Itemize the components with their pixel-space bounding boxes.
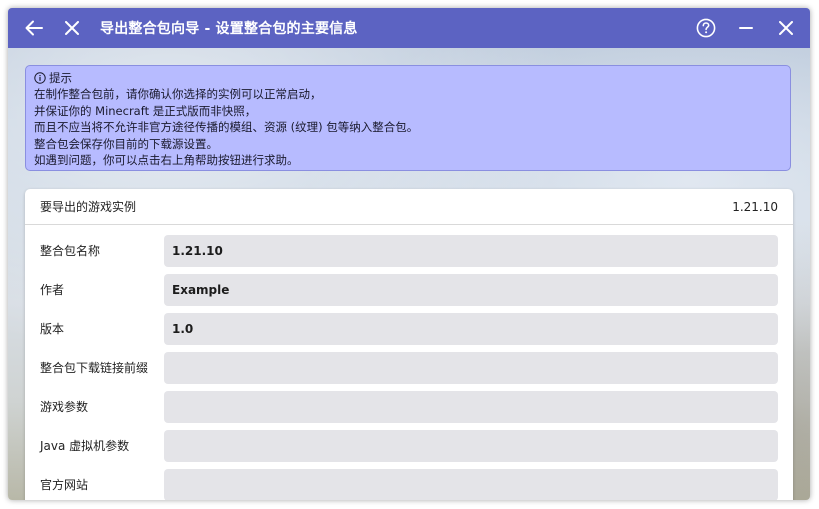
author-input[interactable]: Example (164, 274, 778, 306)
export-modpack-window: 导出整合包向导 - 设置整合包的主要信息 提示 在制作整合包前，请你确认你选择的… (8, 8, 810, 500)
game-args-input[interactable] (164, 391, 778, 423)
notice-line: 如遇到问题，你可以点击右上角帮助按钮进行求助。 (34, 153, 299, 168)
notice-header: 提示 (34, 70, 782, 86)
website-input[interactable] (164, 469, 778, 500)
notice-line: 整合包会保存你目前的下载源设置。 (34, 136, 218, 151)
instance-value: 1.21.10 (732, 199, 778, 214)
field-label: 版本 (40, 322, 65, 336)
info-circle-icon (34, 72, 46, 84)
cancel-wizard-button[interactable] (54, 8, 90, 48)
arrow-left-icon (25, 20, 43, 36)
form-row-version: 版本 1.0 (25, 313, 793, 345)
notice-line: 在制作整合包前，请你确认你选择的实例可以正常启动， (34, 87, 322, 102)
minimize-button[interactable] (726, 8, 766, 48)
instance-label: 要导出的游戏实例 (40, 200, 137, 214)
field-label: 作者 (40, 283, 65, 297)
minimize-icon (739, 27, 753, 29)
form-row-game-args: 游戏参数 (25, 391, 793, 423)
close-icon (65, 21, 79, 35)
window-title: 导出整合包向导 - 设置整合包的主要信息 (100, 21, 358, 37)
notice-box: 提示 在制作整合包前，请你确认你选择的实例可以正常启动， 并保证你的 Minec… (25, 65, 791, 171)
jvm-args-input[interactable] (164, 430, 778, 462)
help-circle-icon (696, 18, 716, 38)
form-row-website: 官方网站 (25, 469, 793, 500)
field-label: Java 虚拟机参数 (40, 439, 130, 453)
field-label: 整合包名称 (40, 244, 101, 258)
close-window-button[interactable] (766, 8, 806, 48)
form-row-jvm-args: Java 虚拟机参数 (25, 430, 793, 462)
modpack-name-input[interactable]: 1.21.10 (164, 235, 778, 267)
window-controls (686, 8, 806, 48)
close-icon (779, 21, 793, 35)
download-prefix-input[interactable] (164, 352, 778, 384)
back-button[interactable] (16, 8, 52, 48)
form-row-author: 作者 Example (25, 274, 793, 306)
notice-title: 提示 (49, 71, 72, 85)
version-input[interactable]: 1.0 (164, 313, 778, 345)
field-label: 游戏参数 (40, 400, 89, 414)
help-button[interactable] (686, 8, 726, 48)
field-label: 整合包下载链接前缀 (40, 361, 149, 375)
title-bar: 导出整合包向导 - 设置整合包的主要信息 (8, 8, 810, 48)
notice-line: 而且不应当将不允许非官方途径传播的模组、资源 (纹理) 包等纳入整合包。 (34, 120, 419, 135)
form-row-download-prefix: 整合包下载链接前缀 (25, 352, 793, 384)
notice-line: 并保证你的 Minecraft 是正式版而非快照， (34, 103, 257, 118)
instance-row: 要导出的游戏实例 1.21.10 (25, 189, 793, 225)
modpack-info-card: 要导出的游戏实例 1.21.10 整合包名称 1.21.10 作者 Exampl… (25, 189, 793, 500)
form-row-name: 整合包名称 1.21.10 (25, 235, 793, 267)
field-label: 官方网站 (40, 478, 89, 492)
